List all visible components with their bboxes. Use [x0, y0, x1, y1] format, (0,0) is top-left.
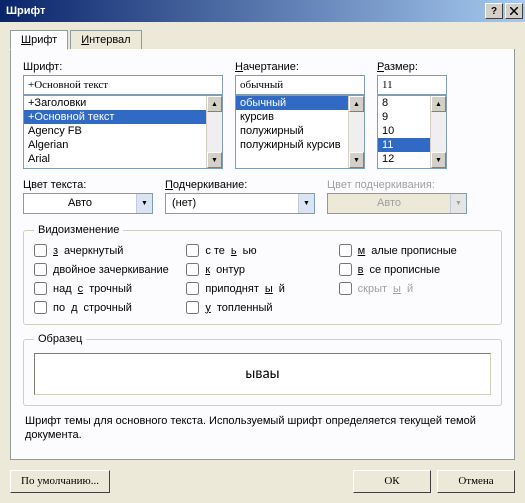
scroll-down-icon[interactable]: ▼ [431, 152, 446, 168]
font-input[interactable] [23, 75, 223, 95]
style-listbox[interactable]: обычныйкурсивполужирныйполужирный курсив… [235, 95, 365, 169]
sample-group: Образец ываы [23, 333, 502, 406]
list-item[interactable]: Arial [24, 152, 206, 166]
ulcolor-value: Авто [328, 194, 450, 213]
label-color: Цвет текста: [23, 179, 153, 191]
list-item[interactable]: 10 [378, 124, 430, 138]
scroll-down-icon[interactable]: ▼ [349, 152, 364, 168]
label-underline: Подчеркивание: [165, 179, 315, 191]
scroll-up-icon[interactable]: ▲ [431, 96, 446, 112]
style-scrollbar[interactable]: ▲ ▼ [348, 96, 364, 168]
list-item[interactable]: курсив [236, 110, 348, 124]
close-icon [510, 7, 518, 15]
size-listbox[interactable]: 89101112 ▲ ▼ [377, 95, 447, 169]
check-dstrike[interactable]: двойное зачеркивание [34, 263, 186, 276]
list-item[interactable]: 9 [378, 110, 430, 124]
check-strike[interactable]: зачеркнутый [34, 244, 186, 257]
list-item[interactable]: обычный [236, 96, 348, 110]
list-item[interactable]: полужирный курсив [236, 138, 348, 152]
color-combo[interactable]: Авто ▼ [23, 193, 153, 214]
list-item[interactable]: +Заголовки [24, 96, 206, 110]
list-item[interactable]: 11 [378, 138, 430, 152]
size-list-items: 89101112 [378, 96, 430, 166]
check-emboss[interactable]: приподнятый [186, 282, 338, 295]
hint-text: Шрифт темы для основного текста. Использ… [25, 414, 500, 443]
chevron-down-icon: ▼ [450, 194, 466, 213]
check-sub[interactable]: подстрочный [34, 301, 186, 314]
check-smallcaps[interactable]: малые прописные [339, 244, 491, 257]
style-list-items: обычныйкурсивполужирныйполужирный курсив [236, 96, 348, 152]
font-list-items: +Заголовки+Основной текстAgency FBAlgeri… [24, 96, 206, 166]
color-value: Авто [24, 194, 136, 213]
size-scrollbar[interactable]: ▲ ▼ [430, 96, 446, 168]
help-button[interactable]: ? [485, 3, 503, 19]
size-input[interactable] [377, 75, 447, 95]
label-ulcolor: Цвет подчеркивания: [327, 179, 467, 191]
check-hidden[interactable]: скрытый [339, 282, 491, 295]
underline-value: (нет) [166, 194, 298, 213]
check-super[interactable]: надстрочный [34, 282, 186, 295]
default-button[interactable]: По умолчанию... [10, 470, 110, 493]
dialog-buttons: По умолчанию... ОК Отмена [0, 470, 525, 503]
close-button[interactable] [505, 3, 523, 19]
font-listbox[interactable]: +Заголовки+Основной текстAgency FBAlgeri… [23, 95, 223, 169]
list-item[interactable]: Algerian [24, 138, 206, 152]
label-style: Начертание: [235, 61, 365, 73]
style-input[interactable] [235, 75, 365, 95]
check-allcaps[interactable]: все прописные [339, 263, 491, 276]
sample-preview: ываы [34, 353, 491, 395]
title-bar: Шрифт ? [0, 0, 525, 22]
list-item[interactable]: +Основной текст [24, 110, 206, 124]
window-title: Шрифт [6, 5, 483, 17]
list-item[interactable]: Agency FB [24, 124, 206, 138]
tab-spacing[interactable]: Интервал [70, 30, 141, 49]
chevron-down-icon: ▼ [298, 194, 314, 213]
tab-strip: Шрифт Интервал [10, 30, 515, 50]
effects-group: Видоизменение зачеркнутый двойное зачерк… [23, 224, 502, 325]
cancel-button[interactable]: Отмена [437, 470, 515, 493]
check-engrave[interactable]: утопленный [186, 301, 338, 314]
ulcolor-combo: Авто ▼ [327, 193, 467, 214]
chevron-down-icon: ▼ [136, 194, 152, 213]
ok-button[interactable]: ОК [353, 470, 431, 493]
list-item[interactable]: полужирный [236, 124, 348, 138]
check-outline[interactable]: контур [186, 263, 338, 276]
check-shadow[interactable]: с теьью [186, 244, 338, 257]
underline-combo[interactable]: (нет) ▼ [165, 193, 315, 214]
tab-font[interactable]: Шрифт [10, 30, 68, 50]
label-font: Шрифт: [23, 61, 223, 73]
scroll-up-icon[interactable]: ▲ [349, 96, 364, 112]
tab-panel-font: Шрифт: +Заголовки+Основной текстAgency F… [10, 49, 515, 460]
list-item[interactable]: 12 [378, 152, 430, 166]
scroll-up-icon[interactable]: ▲ [207, 96, 222, 112]
scroll-down-icon[interactable]: ▼ [207, 152, 222, 168]
sample-legend: Образец [34, 333, 86, 345]
list-item[interactable]: 8 [378, 96, 430, 110]
label-size: Размер: [377, 61, 447, 73]
effects-legend: Видоизменение [34, 224, 123, 236]
font-scrollbar[interactable]: ▲ ▼ [206, 96, 222, 168]
